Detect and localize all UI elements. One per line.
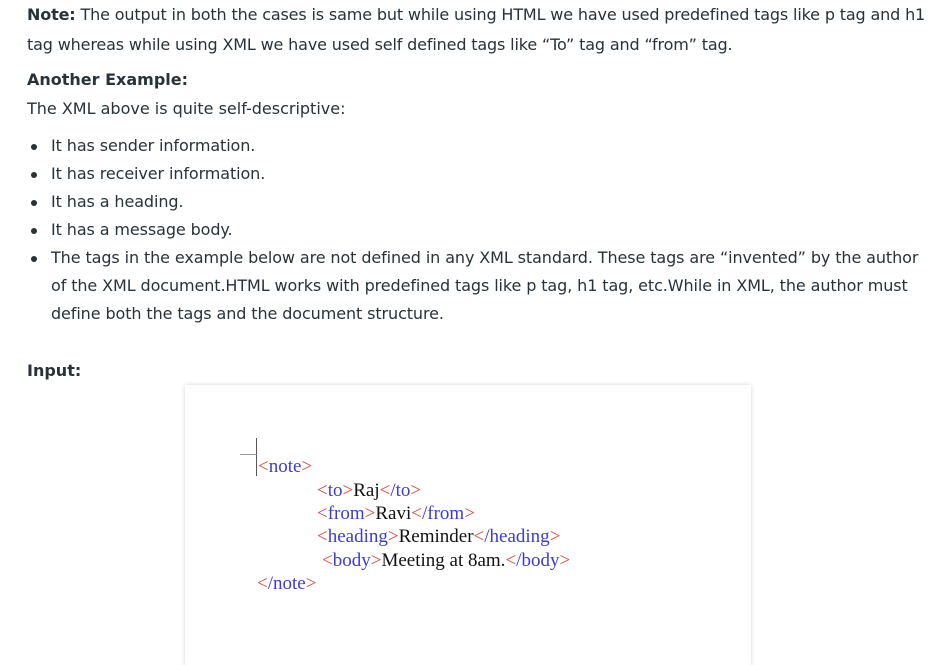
text-cursor bbox=[256, 438, 257, 476]
list-item-text: It has a heading. bbox=[51, 192, 184, 211]
bullet-dot-icon bbox=[31, 172, 37, 178]
bullet-dot-icon bbox=[31, 200, 37, 206]
code-value: Reminder bbox=[398, 526, 474, 547]
list-item-text: It has receiver information. bbox=[51, 164, 266, 183]
code-tag: note bbox=[273, 573, 306, 594]
code-line-note-close: </note> bbox=[257, 573, 317, 594]
cursor-guide bbox=[240, 454, 257, 455]
code-value: Raj bbox=[353, 480, 380, 501]
code-line-body: <body>Meeting at 8am.</body> bbox=[322, 550, 571, 571]
code-tag: body bbox=[521, 550, 560, 571]
bullet-dot-icon bbox=[31, 144, 37, 150]
code-tag: heading bbox=[489, 526, 550, 547]
note-label: Note: bbox=[27, 5, 76, 24]
list-item-text: The tags in the example below are not de… bbox=[51, 248, 919, 323]
note-paragraph: Note: The output in both the cases is sa… bbox=[27, 0, 927, 60]
code-line-heading: <heading>Reminder</heading> bbox=[317, 526, 561, 547]
list-item-text: It has a message body. bbox=[51, 220, 233, 239]
list-item: It has a message body. bbox=[31, 216, 927, 244]
input-label: Input: bbox=[27, 361, 82, 380]
list-item-text: It has sender information. bbox=[51, 136, 256, 155]
another-example-intro: The XML above is quite self-descriptive: bbox=[27, 99, 346, 118]
code-tag: from bbox=[327, 503, 365, 524]
code-line-note-open: <note> bbox=[258, 456, 313, 477]
code-tag: heading bbox=[327, 526, 388, 547]
note-text: The output in both the cases is same but… bbox=[27, 5, 926, 54]
another-example-heading: Another Example: bbox=[27, 70, 189, 89]
code-tag: to bbox=[395, 480, 411, 501]
list-item: It has sender information. bbox=[31, 132, 927, 160]
code-tag: from bbox=[427, 503, 465, 524]
code-tag: to bbox=[327, 480, 343, 501]
code-tag: note bbox=[268, 456, 302, 477]
bullet-list: It has sender information. It has receiv… bbox=[27, 132, 927, 328]
bullet-dot-icon bbox=[31, 228, 37, 234]
code-tag: body bbox=[332, 550, 371, 571]
article-body: Note: The output in both the cases is sa… bbox=[27, 0, 927, 328]
list-item: It has a heading. bbox=[31, 188, 927, 216]
list-item: The tags in the example below are not de… bbox=[31, 244, 927, 328]
code-line-from: <from>Ravi</from> bbox=[317, 503, 475, 524]
code-value: Ravi bbox=[375, 503, 412, 524]
list-item: It has receiver information. bbox=[31, 160, 927, 188]
bullet-dot-icon bbox=[31, 256, 37, 262]
code-line-to: <to>Raj</to> bbox=[317, 480, 422, 501]
code-value: Meeting at 8am. bbox=[381, 550, 506, 571]
